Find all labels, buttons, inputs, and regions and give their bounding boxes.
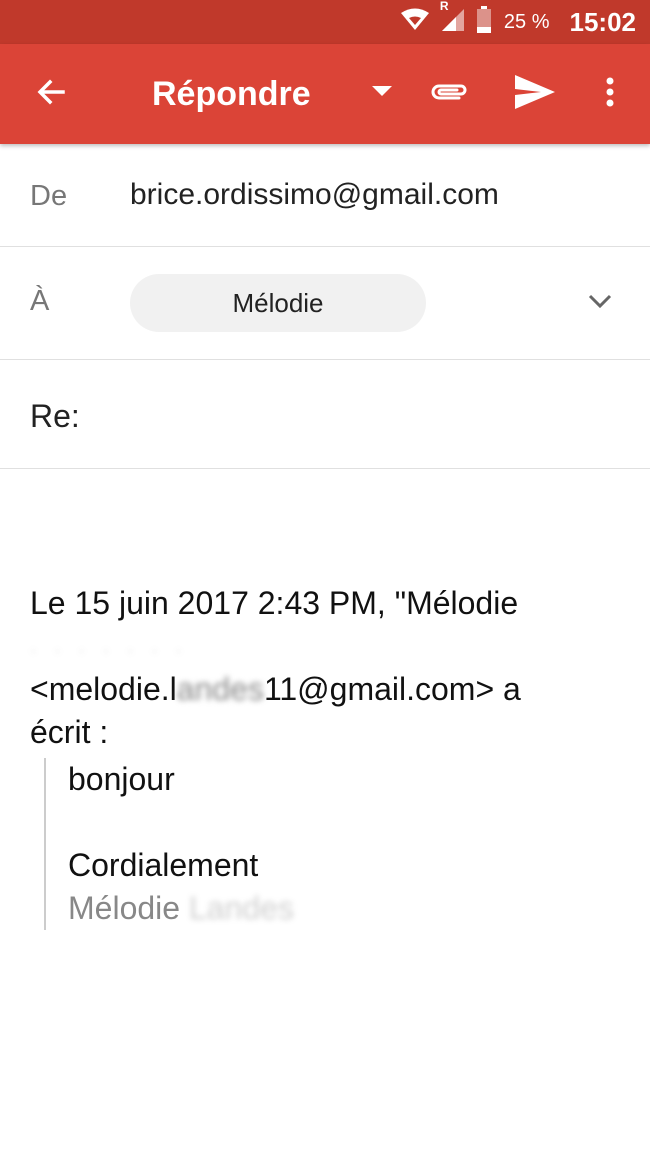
to-label: À xyxy=(30,285,50,317)
roaming-indicator: R xyxy=(439,0,449,13)
quote-header-line3: écrit : xyxy=(30,714,109,750)
recipient-chip-label: Mélodie xyxy=(232,287,324,318)
recipient-chip[interactable]: Mélodie xyxy=(130,274,426,332)
send-button[interactable] xyxy=(510,44,560,144)
back-button[interactable] xyxy=(26,44,76,144)
reply-mode-dropdown[interactable] xyxy=(364,44,400,144)
signature-name: Mélodie xyxy=(68,890,181,926)
battery-icon xyxy=(476,5,492,39)
status-bar: R 25 % 15:02 xyxy=(0,0,650,44)
sender-email-blurred: andes xyxy=(176,671,264,707)
quote-header-line2: <melodie.landes11@gmail.com> a xyxy=(30,668,630,711)
to-row: À Mélodie xyxy=(0,247,650,360)
paperclip-icon xyxy=(429,80,469,109)
subject-row[interactable]: Re: xyxy=(0,360,650,469)
sender-email-start: <melodie.l xyxy=(30,671,177,707)
quote-header-line1: Le 15 juin 2017 2:43 PM, "Mélodie xyxy=(30,585,519,621)
more-options-button[interactable] xyxy=(592,44,628,144)
dropdown-arrow-icon xyxy=(372,85,392,103)
more-vert-icon xyxy=(606,77,614,112)
app-bar: Répondre xyxy=(0,44,650,144)
send-icon xyxy=(515,74,555,114)
quoted-line-greeting: bonjour xyxy=(68,761,175,797)
chevron-down-icon xyxy=(584,294,616,321)
subject-field[interactable]: Re: xyxy=(30,398,80,435)
signature-blurred: Landes xyxy=(188,890,294,926)
sender-email-end: 11@gmail.com> a xyxy=(263,671,521,707)
quote-header-blurred-line: · · · · · · · xyxy=(30,640,188,662)
from-account[interactable]: brice.ordissimo@gmail.com xyxy=(130,178,499,212)
battery-percent: 25 % xyxy=(503,10,550,33)
page-title: Répondre xyxy=(152,75,311,113)
arrow-back-icon xyxy=(35,76,67,113)
message-body[interactable]: Le 15 juin 2017 2:43 PM, "Mélodie · · · … xyxy=(30,582,630,754)
status-icons: R 25 % 15:02 xyxy=(400,0,636,44)
quoted-message: bonjour Cordialement Mélodie Landes xyxy=(44,758,624,930)
attach-button[interactable] xyxy=(424,44,474,144)
signal-icon: R xyxy=(440,0,466,38)
quoted-signature: Mélodie Landes xyxy=(68,887,624,930)
wifi-icon xyxy=(400,8,430,37)
expand-recipients-button[interactable] xyxy=(584,285,616,317)
from-label: De xyxy=(30,180,68,212)
clock: 15:02 xyxy=(569,6,637,37)
quoted-line-closing: Cordialement xyxy=(68,847,259,883)
from-row: De brice.ordissimo@gmail.com xyxy=(0,144,650,247)
